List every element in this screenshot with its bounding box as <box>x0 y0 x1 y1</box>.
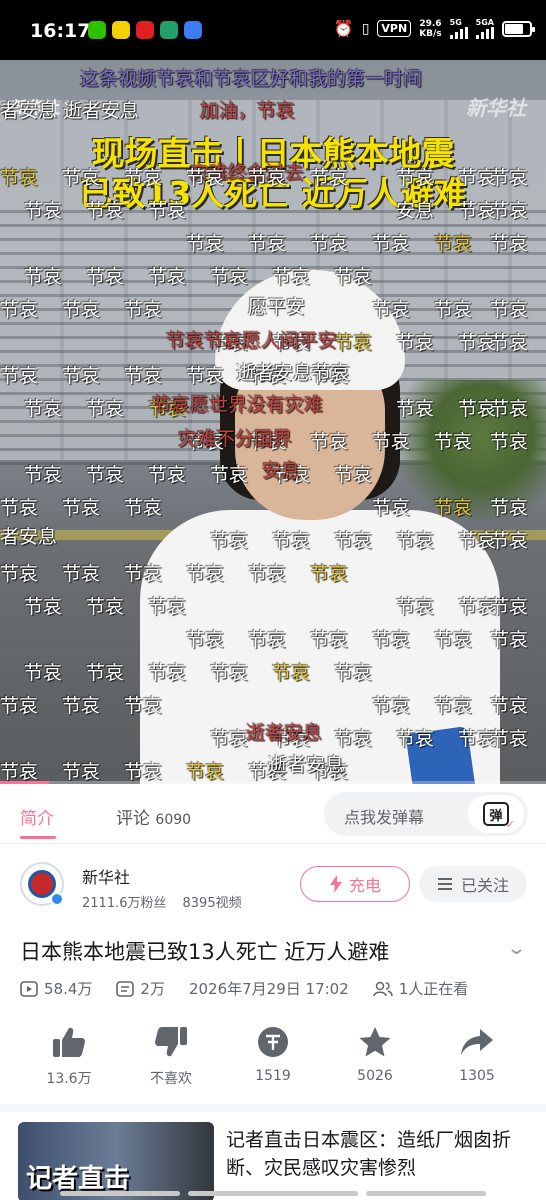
follow-button[interactable]: 已关注 <box>419 866 527 902</box>
tab-comments[interactable]: 评论 6090 <box>116 804 191 829</box>
video-watermark: 新华社 <box>12 98 61 117</box>
danmaku-comment: 节哀 <box>62 497 101 519</box>
recommended-video-card[interactable]: 记者直击 记者直击日本震区：造纸厂烟囱折断、灾民感叹灾害惨烈 <box>0 1112 546 1200</box>
app-notification-icon <box>184 21 202 39</box>
danmaku-input[interactable]: 点我发弹幕 弹 <box>324 792 528 836</box>
watching-count: 1人正在看 <box>398 980 469 998</box>
section-divider <box>0 1104 546 1112</box>
danmaku-comment: 节哀 <box>0 497 39 519</box>
speed-unit: KB/s <box>419 28 442 39</box>
follow-label: 已关注 <box>460 876 509 895</box>
signal-2: 5GA <box>475 18 494 39</box>
uploader-fans: 2111.6万粉丝 <box>82 896 167 911</box>
tab-comments-count: 6090 <box>155 812 192 828</box>
share-count: 1305 <box>459 1068 495 1084</box>
vpn-badge: VPN <box>377 20 412 37</box>
thumbs-down-icon <box>155 1027 187 1057</box>
uploader-row: 新华社 2111.6万粉丝 8395视频 充电 已关注 <box>0 846 546 926</box>
video-headline: 现场直击丨日本熊本地震 已致13人死亡 近万人避难 <box>0 134 546 214</box>
battery-icon <box>502 20 535 37</box>
chevron-down-icon[interactable]: ⌄ <box>506 938 527 959</box>
tab-intro[interactable]: 简介 <box>20 804 54 829</box>
danmaku-comment: 这条视频节哀和节哀区好和我的第一时间 <box>80 68 423 90</box>
gesture-bar <box>366 1191 486 1196</box>
favorite-count: 5026 <box>357 1068 393 1084</box>
signal-bars-icon <box>475 27 494 39</box>
signal-1: 5G <box>449 18 468 39</box>
speed-value: 29.6 <box>419 18 442 29</box>
danmaku-count: 2万 <box>140 980 165 998</box>
microphone-flag <box>405 726 477 784</box>
vibrate-icon: ▯ <box>361 20 370 37</box>
dislike-button[interactable]: 不喜欢 <box>121 1022 221 1088</box>
tab-bar: 简介 评论 6090 点我发弹幕 弹 <box>0 784 546 844</box>
coin-icon <box>258 1027 288 1057</box>
coin-button[interactable]: 1519 <box>223 1022 323 1084</box>
viewers-icon <box>373 981 393 996</box>
coin-count: 1519 <box>255 1068 291 1084</box>
video-watermark-corner: 新华社 <box>466 96 526 120</box>
status-indicators: ⏰ ▯ VPN 29.6 KB/s 5G 5GA <box>333 18 535 39</box>
network-speed: 29.6 KB/s <box>419 19 441 39</box>
video-meta: 58.4万 2万 2026年7月29日 17:02 1人正在看 <box>20 978 468 999</box>
danmaku-icon: 弹 <box>483 802 515 831</box>
headline-line-2: 已致13人死亡 近万人避难 <box>79 174 467 213</box>
tab-indicator <box>20 836 56 839</box>
danmaku-toggle-button[interactable]: 弹 <box>468 795 524 833</box>
gesture-bar <box>188 1191 358 1196</box>
danmaku-input-placeholder: 点我发弹幕 <box>344 808 425 827</box>
notification-icons <box>88 21 202 39</box>
uploader-name[interactable]: 新华社 <box>82 864 130 888</box>
thumbs-up-icon <box>53 1027 85 1057</box>
charge-button[interactable]: 充电 <box>300 866 410 902</box>
status-time: 16:17 <box>30 20 91 42</box>
wechat-icon <box>88 21 106 39</box>
video-reporter <box>140 250 500 784</box>
favorite-button[interactable]: 5026 <box>325 1022 425 1084</box>
recommended-title[interactable]: 记者直击日本震区：造纸厂烟囱折断、灾民感叹灾害惨烈 <box>226 1126 526 1182</box>
lightning-icon <box>329 875 342 893</box>
uploader-videos: 8395视频 <box>182 896 242 911</box>
play-count: 58.4万 <box>44 980 93 998</box>
share-icon <box>461 1029 493 1055</box>
reporter-helmet <box>215 270 405 390</box>
app-notification-icon <box>112 21 130 39</box>
status-bar: 16:17 ⏰ ▯ VPN 29.6 KB/s 5G 5GA <box>0 0 546 60</box>
share-button[interactable]: 1305 <box>427 1022 527 1084</box>
app-notification-icon <box>136 21 154 39</box>
network-type-2: 5GA <box>475 18 494 27</box>
video-player[interactable]: 新华社 新华社 现场直击丨日本熊本地震 已致13人死亡 近万人避难 这条视频节哀… <box>0 60 546 784</box>
charge-label: 充电 <box>348 876 381 895</box>
alarm-icon: ⏰ <box>333 19 354 38</box>
like-button[interactable]: 13.6万 <box>19 1022 119 1088</box>
network-type-1: 5G <box>449 18 462 27</box>
dislike-label: 不喜欢 <box>150 1071 192 1087</box>
danmaku-count-icon <box>116 980 135 997</box>
recommended-thumbnail-text: 记者直击 <box>26 1164 131 1194</box>
signal-bars-icon <box>449 27 468 39</box>
headline-line-1: 现场直击丨日本熊本地震 <box>91 134 455 173</box>
play-count-icon <box>20 980 38 997</box>
recommended-thumbnail[interactable]: 记者直击 <box>18 1122 214 1200</box>
tab-comments-label: 评论 <box>116 809 150 829</box>
publish-date: 2026年7月29日 17:02 <box>188 980 349 998</box>
video-title: 日本熊本地震已致13人死亡 近万人避难 <box>20 940 390 964</box>
gesture-bar <box>60 1191 180 1196</box>
menu-lines-icon <box>437 878 452 890</box>
app-notification-icon <box>160 21 178 39</box>
star-icon <box>359 1027 391 1057</box>
action-bar: 13.6万 不喜欢 1519 5026 1305 <box>0 1022 546 1098</box>
like-count: 13.6万 <box>46 1071 92 1087</box>
verified-badge-icon <box>50 892 64 906</box>
uploader-stats: 2111.6万粉丝 8395视频 <box>82 892 242 911</box>
